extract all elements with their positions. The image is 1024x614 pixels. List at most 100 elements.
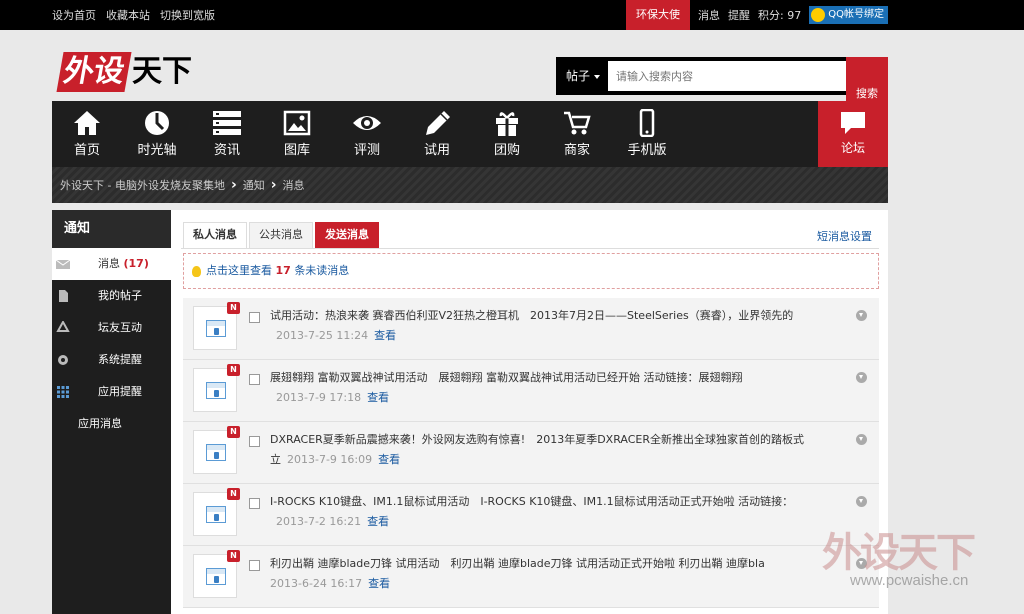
sidebar-item-app-messages[interactable]: 应用消息 — [52, 408, 171, 440]
watermark-url: www.pcwaishe.cn — [850, 572, 969, 589]
new-badge: N — [227, 488, 240, 500]
message-title: 利刃出鞘 迪摩blade刀锋 试用活动 利刃出鞘 迪摩blade刀锋 试用活动正… — [270, 557, 765, 570]
message-checkbox[interactable] — [249, 498, 260, 509]
nav-item-reviews[interactable]: 评测 — [332, 101, 402, 167]
message-title: 试用活动：热浪来袭 赛睿西伯利亚V2狂热之橙耳机 2013年7月2日——Stee… — [270, 309, 794, 322]
recycle-icon — [56, 321, 70, 332]
message-body: DXRACER夏季新品震撼来袭！外设网友选购有惊喜! 2013年夏季DXRACE… — [270, 430, 810, 470]
message-checkbox[interactable] — [249, 374, 260, 385]
promo-button[interactable]: 环保大使 — [626, 0, 691, 30]
nav-item-timeline[interactable]: 时光轴 — [122, 101, 192, 167]
message-date: 2013-7-2 16:21 — [276, 515, 362, 528]
list-item[interactable]: N 试用活动：热浪来袭 赛睿西伯利亚V2狂热之橙耳机 2013年7月2日——St… — [183, 298, 879, 360]
nav-item-forum[interactable]: 论坛 — [818, 101, 888, 167]
tab-divider — [181, 248, 879, 249]
list-item[interactable]: N 利刃出鞘 迪摩blade刀锋 试用活动 利刃出鞘 迪摩blade刀锋 试用活… — [183, 546, 879, 608]
sidebar-item-app-reminder[interactable]: 应用提醒 — [52, 376, 171, 408]
message-checkbox[interactable] — [249, 436, 260, 447]
unread-count: (17) — [123, 257, 149, 270]
envelope-icon — [56, 259, 70, 269]
wide-layout-link[interactable]: 切换到宽版 — [160, 7, 215, 23]
message-title: 展翅翱翔 富勒双翼战神试用活动 展翅翱翔 富勒双翼战神试用活动已经开始 活动链接… — [270, 371, 743, 384]
nav-item-home[interactable]: 首页 — [52, 101, 122, 167]
lightbulb-icon — [192, 266, 201, 277]
message-date: 2013-7-9 17:18 — [276, 391, 362, 404]
breadcrumb-home[interactable]: 外设天下 - 电脑外设发烧友聚集地 — [60, 177, 225, 193]
chevron-down-icon — [594, 74, 601, 79]
unread-notice[interactable]: 点击这里查看 17 条未读消息 — [183, 253, 879, 289]
collapse-icon[interactable] — [856, 434, 867, 445]
sidebar-item-system[interactable]: 系统提醒 — [52, 344, 171, 376]
view-link[interactable]: 查看 — [368, 577, 390, 590]
view-link[interactable]: 查看 — [367, 391, 389, 404]
message-checkbox[interactable] — [249, 560, 260, 571]
message-body: 利刃出鞘 迪摩blade刀锋 试用活动 利刃出鞘 迪摩blade刀锋 试用活动正… — [270, 554, 810, 594]
nav-item-news[interactable]: 资讯 — [192, 101, 262, 167]
nav-item-trial[interactable]: 试用 — [402, 101, 472, 167]
search-input[interactable] — [608, 61, 846, 91]
breadcrumb: 外设天下 - 电脑外设发烧友聚集地 › 通知 › 消息 — [52, 167, 888, 203]
bookmark-link[interactable]: 收藏本站 — [106, 7, 150, 23]
nav-item-groupbuy[interactable]: 团购 — [472, 101, 542, 167]
clock-icon — [145, 111, 169, 135]
nav-item-gallery[interactable]: 图库 — [262, 101, 332, 167]
search-scope-select[interactable]: 帖子 — [566, 67, 601, 84]
site-logo[interactable]: 外设 天下 — [56, 50, 196, 94]
qq-bind-label: QQ帐号绑定 — [828, 9, 884, 20]
home-icon — [74, 111, 100, 135]
unread-notice-count: 17 — [275, 264, 291, 277]
app-window-icon — [206, 320, 226, 337]
view-link[interactable]: 查看 — [367, 515, 389, 528]
view-link[interactable]: 查看 — [374, 329, 396, 342]
points-link[interactable]: 积分: 97 — [758, 7, 801, 23]
user-bar: 环保大使 消息 提醒 积分: 97 QQ帐号绑定 — [626, 0, 1024, 30]
breadcrumb-notifications[interactable]: 通知 — [243, 177, 265, 193]
message-date: 2013-7-9 16:09 — [287, 453, 373, 466]
top-bar: 设为首页 收藏本站 切换到宽版 环保大使 消息 提醒 积分: 97 QQ帐号绑定 — [0, 0, 1024, 30]
set-homepage-link[interactable]: 设为首页 — [52, 7, 96, 23]
send-message-button[interactable]: 发送消息 — [315, 222, 379, 248]
qq-bind-button[interactable]: QQ帐号绑定 — [809, 6, 888, 24]
messages-link[interactable]: 消息 — [698, 7, 720, 23]
phone-icon — [639, 109, 655, 137]
logo-part-1: 外设 — [56, 52, 132, 92]
list-item[interactable]: N 展翅翱翔 富勒双翼战神试用活动 展翅翱翔 富勒双翼战神试用活动已经开始 活动… — [183, 360, 879, 422]
top-links: 设为首页 收藏本站 切换到宽版 — [52, 0, 215, 30]
watermark: 外设天下 www.pcwaishe.cn — [822, 516, 1012, 606]
tab-private-messages[interactable]: 私人消息 — [183, 222, 247, 248]
new-badge: N — [227, 364, 240, 376]
document-icon — [59, 290, 68, 302]
cart-icon — [564, 111, 591, 135]
eye-icon — [353, 116, 381, 130]
list-item[interactable]: N DXRACER夏季新品震撼来袭！外设网友选购有惊喜! 2013年夏季DXRA… — [183, 422, 879, 484]
main-panel: 私人消息 公共消息 发送消息 短消息设置 点击这里查看 17 条未读消息 N 试… — [171, 210, 888, 614]
search-box: 帖子 搜索 — [556, 57, 888, 101]
nav-item-merchants[interactable]: 商家 — [542, 101, 612, 167]
image-icon — [283, 110, 311, 136]
logo-part-2: 天下 — [132, 54, 192, 89]
message-body: 试用活动：热浪来袭 赛睿西伯利亚V2狂热之橙耳机 2013年7月2日——Stee… — [270, 306, 810, 346]
breadcrumb-messages[interactable]: 消息 — [283, 177, 305, 193]
message-checkbox[interactable] — [249, 312, 260, 323]
message-body: 展翅翱翔 富勒双翼战神试用活动 展翅翱翔 富勒双翼战神试用活动已经开始 活动链接… — [270, 368, 810, 408]
new-badge: N — [227, 302, 240, 314]
sidebar-item-my-posts[interactable]: 我的帖子 — [52, 280, 171, 312]
app-window-icon — [206, 506, 226, 523]
message-body: I-ROCKS K10键盘、IM1.1鼠标试用活动 I-ROCKS K10键盘、… — [270, 492, 810, 532]
collapse-icon[interactable] — [856, 310, 867, 321]
pencil-icon — [426, 111, 450, 135]
collapse-icon[interactable] — [856, 496, 867, 507]
nav-item-mobile[interactable]: 手机版 — [612, 101, 682, 167]
message-tabs: 私人消息 公共消息 发送消息 — [183, 222, 379, 248]
sidebar-item-messages[interactable]: 消息 (17) — [52, 248, 171, 280]
app-window-icon — [206, 444, 226, 461]
tab-public-messages[interactable]: 公共消息 — [249, 222, 313, 248]
reminders-link[interactable]: 提醒 — [728, 7, 750, 23]
collapse-icon[interactable] — [856, 372, 867, 383]
app-window-icon — [206, 568, 226, 585]
list-item[interactable]: N I-ROCKS K10键盘、IM1.1鼠标试用活动 I-ROCKS K10键… — [183, 484, 879, 546]
message-settings-link[interactable]: 短消息设置 — [817, 228, 872, 244]
search-button[interactable]: 搜索 — [846, 57, 888, 101]
sidebar-item-interaction[interactable]: 坛友互动 — [52, 312, 171, 344]
view-link[interactable]: 查看 — [378, 453, 400, 466]
